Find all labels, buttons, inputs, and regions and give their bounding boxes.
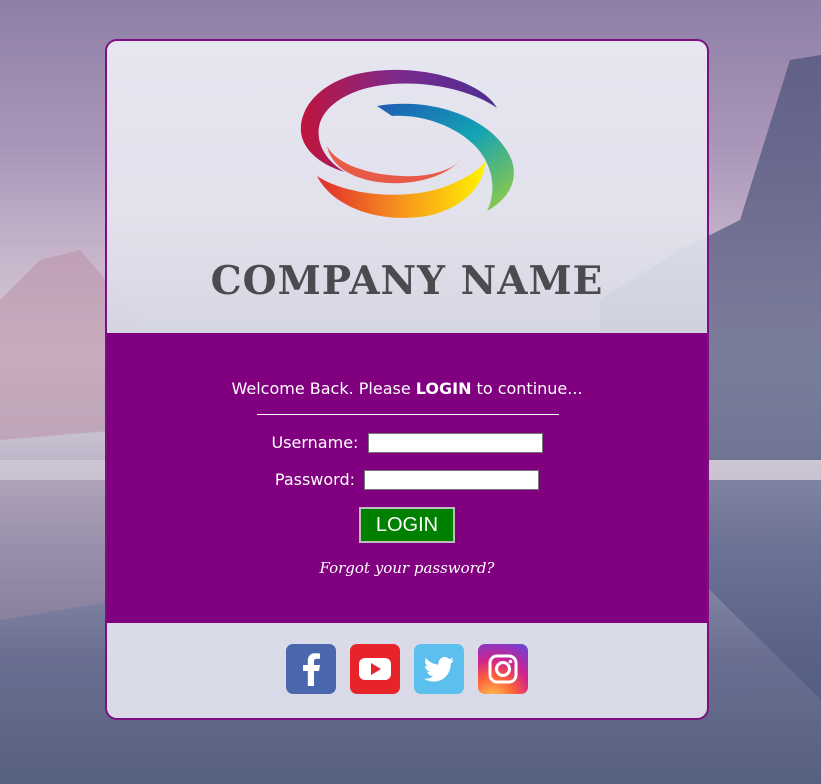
welcome-message: Welcome Back. Please LOGIN to continue..… (107, 379, 707, 398)
social-bar (107, 623, 707, 718)
password-row: Password: (107, 469, 707, 490)
welcome-prefix: Welcome Back. Please (231, 379, 416, 398)
username-input[interactable] (367, 432, 543, 453)
welcome-suffix: to continue... (471, 379, 583, 398)
instagram-icon[interactable] (478, 644, 528, 694)
password-input[interactable] (364, 469, 540, 490)
twitter-icon[interactable] (414, 644, 464, 694)
login-button[interactable]: LOGIN (359, 507, 455, 543)
username-row: Username: (107, 432, 707, 453)
divider (257, 414, 559, 415)
login-card: COMPANY NAME Welcome Back. Please LOGIN … (105, 39, 709, 720)
username-label: Username: (271, 433, 359, 452)
card-header: COMPANY NAME (107, 41, 707, 333)
password-label: Password: (274, 470, 356, 489)
facebook-icon[interactable] (286, 644, 336, 694)
youtube-icon[interactable] (350, 644, 400, 694)
swirl-logo-icon (300, 69, 514, 218)
company-name: COMPANY NAME (210, 258, 604, 304)
welcome-login-word: LOGIN (415, 379, 472, 398)
forgot-password-link[interactable]: Forgot your password? (107, 559, 707, 577)
login-form: Welcome Back. Please LOGIN to continue..… (107, 333, 707, 623)
